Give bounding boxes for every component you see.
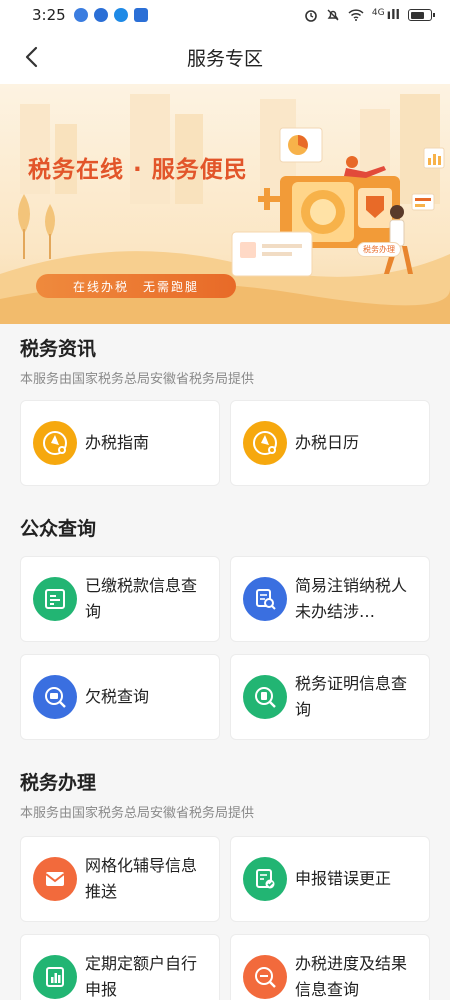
card-label: 办税进度及结果信息查询 xyxy=(295,954,408,999)
banner-tagline: 在线办税 无需跑腿 xyxy=(36,274,236,298)
mute-icon xyxy=(327,9,339,21)
status-right-icons: 4G ıll xyxy=(304,7,435,23)
status-bar: 3:25 4G ıll xyxy=(0,0,450,30)
card-label: 办税日历 xyxy=(295,433,360,452)
service-card-grid-guidance-push[interactable]: 网格化辅导信息推送 xyxy=(20,836,220,922)
banner-badge: 税务办理 xyxy=(357,242,401,257)
service-card-tax-arrears-query[interactable]: 欠税查询 xyxy=(20,654,220,740)
receipt-icon xyxy=(33,577,77,621)
section-title-news: 税务资讯 xyxy=(20,338,97,360)
alarm-icon xyxy=(305,10,317,22)
service-card-tax-guide[interactable]: 办税指南 xyxy=(20,400,220,486)
app-notification-icon xyxy=(133,8,148,22)
form-check-icon xyxy=(243,857,287,901)
chart-report-icon xyxy=(33,955,77,999)
service-card-deregistration-query[interactable]: 简易注销纳税人未办结涉… xyxy=(230,556,430,642)
tax-search-icon xyxy=(33,675,77,719)
status-time: 3:25 xyxy=(32,6,66,24)
wifi-icon xyxy=(348,9,364,21)
envelope-icon xyxy=(33,857,77,901)
card-label: 简易注销纳税人未办结涉… xyxy=(295,576,408,621)
service-card-tax-certificate-query[interactable]: 税务证明信息查询 xyxy=(230,654,430,740)
card-label: 办税指南 xyxy=(85,433,150,452)
app-notification-icon xyxy=(93,8,108,22)
section-subtitle-news: 本服务由国家税务总局安徽省税务局提供 xyxy=(20,372,255,387)
battery-icon xyxy=(408,9,435,21)
service-card-tax-calendar[interactable]: 办税日历 xyxy=(230,400,430,486)
section-title-handle: 税务办理 xyxy=(20,772,97,794)
section-subtitle-handle: 本服务由国家税务总局安徽省税务局提供 xyxy=(20,806,255,821)
banner-headline: 税务在线 · 服务便民 xyxy=(28,157,248,183)
card-label: 已缴税款信息查询 xyxy=(85,576,198,621)
page-title: 服务专区 xyxy=(186,47,263,70)
service-card-declaration-correction[interactable]: 申报错误更正 xyxy=(230,836,430,922)
compass-icon xyxy=(33,421,77,465)
network-type: 4G xyxy=(371,7,385,18)
signal-icon: ıll xyxy=(386,7,400,23)
nav-bar: 服务专区 xyxy=(0,30,450,84)
progress-search-icon xyxy=(243,955,287,999)
compass-icon xyxy=(243,421,287,465)
certificate-search-icon xyxy=(243,675,287,719)
card-label: 欠税查询 xyxy=(85,687,150,706)
app-notification-icon xyxy=(73,8,88,22)
card-label: 税务证明信息查询 xyxy=(295,674,408,719)
section-title-query: 公众查询 xyxy=(20,518,97,540)
promo-banner[interactable]: 税务在线 · 服务便民 在线办税 无需跑腿 税务办理 xyxy=(0,84,450,324)
service-card-progress-result-query[interactable]: 办税进度及结果信息查询 xyxy=(230,934,430,1000)
app-notification-icon xyxy=(113,8,128,22)
chevron-left-icon xyxy=(25,46,38,68)
card-label: 定期定额户自行申报 xyxy=(85,954,198,999)
card-label: 申报错误更正 xyxy=(295,869,392,888)
document-search-icon xyxy=(243,577,287,621)
service-card-fixed-quota-declaration[interactable]: 定期定额户自行申报 xyxy=(20,934,220,1000)
service-card-paid-tax-query[interactable]: 已缴税款信息查询 xyxy=(20,556,220,642)
card-label: 网格化辅导信息推送 xyxy=(85,856,198,901)
back-button[interactable] xyxy=(14,40,48,74)
